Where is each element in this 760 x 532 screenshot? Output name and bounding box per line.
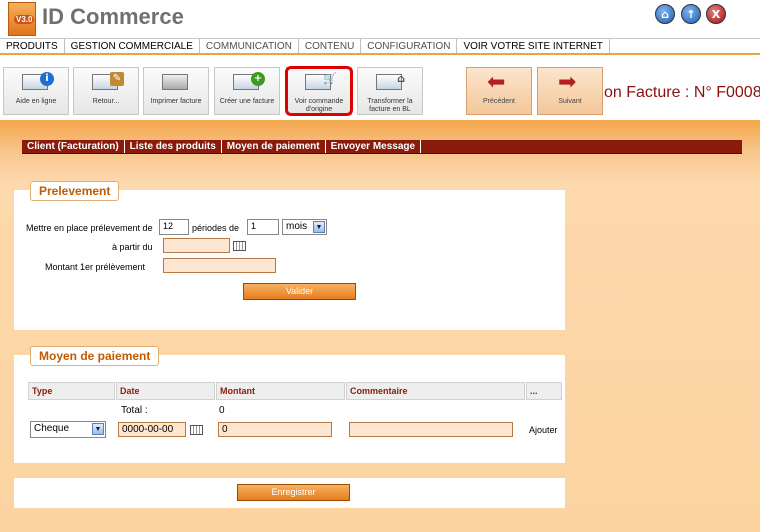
tab-payment[interactable]: Moyen de paiement: [222, 140, 326, 153]
dropdown-arrow-icon: ▼: [92, 423, 104, 435]
logo: V3.0: [8, 2, 36, 36]
header: V3.0 ID Commerce ⌂ ↑ X: [0, 0, 760, 38]
validate-button[interactable]: Valider: [243, 283, 356, 300]
menu-communication[interactable]: COMMUNICATION: [200, 39, 299, 53]
header-date: Date: [116, 382, 215, 400]
print-button[interactable]: Imprimer facture: [143, 67, 209, 115]
save-button[interactable]: Enregistrer: [237, 484, 350, 501]
previous-button[interactable]: ⬅ Précédent: [466, 67, 532, 115]
add-icon: +: [233, 72, 265, 94]
tab-message[interactable]: Envoyer Message: [326, 140, 422, 153]
payment-title: Moyen de paiement: [30, 346, 160, 366]
dropdown-arrow-icon: ▼: [313, 221, 325, 233]
page-title: on Facture : N° F0008: [604, 84, 760, 101]
first-amount-input[interactable]: [163, 258, 276, 273]
help-button[interactable]: i Aide en ligne: [3, 67, 69, 115]
from-date-input[interactable]: [163, 238, 230, 253]
help-label: Aide en ligne: [15, 98, 57, 105]
menu-voir-site[interactable]: VOIR VOTRE SITE INTERNET: [457, 39, 610, 53]
back-button[interactable]: ✎ Retour...: [73, 67, 139, 115]
back-label: Retour...: [92, 98, 120, 105]
transform-label: Transformer la facture en BL: [367, 98, 413, 113]
prelevement-title: Prelevement: [30, 181, 120, 201]
up-arrow-icon[interactable]: ↑: [681, 4, 701, 24]
setup-label: Mettre en place prélevement de: [26, 223, 153, 233]
amount-label: Montant 1er prélèvement: [45, 262, 146, 272]
add-payment-link[interactable]: Ajouter: [529, 425, 558, 435]
tab-client[interactable]: Client (Facturation): [22, 140, 125, 153]
logo-version-badge: V3.0: [14, 15, 35, 24]
next-button[interactable]: ➡ Suivant: [537, 67, 603, 115]
total-value: 0: [219, 405, 225, 416]
home-icon[interactable]: ⌂: [655, 4, 675, 24]
edit-pencil-icon: ✎: [92, 72, 124, 94]
transform-bl-button[interactable]: ⌂ Transformer la facture en BL: [357, 67, 423, 115]
header-more: ...: [526, 382, 562, 400]
tab-products[interactable]: Liste des produits: [125, 140, 222, 153]
printer-icon: [162, 72, 194, 94]
prelevement-panel: [14, 190, 565, 330]
payment-amount-input[interactable]: 0: [218, 422, 332, 437]
header-amount: Montant: [216, 382, 345, 400]
periods-label: périodes de: [192, 223, 240, 233]
house-icon: ⌂: [376, 72, 408, 94]
payment-panel: [14, 355, 565, 463]
unit-select-value: mois: [286, 221, 308, 232]
tab-bar: Client (Facturation) Liste des produits …: [22, 140, 742, 154]
main-menu: PRODUITS GESTION COMMERCIALE COMMUNICATI…: [0, 38, 760, 55]
total-label: Total :: [121, 405, 148, 416]
menu-configuration[interactable]: CONFIGURATION: [361, 39, 458, 53]
menu-produits[interactable]: PRODUITS: [0, 39, 65, 53]
header-comment: Commentaire: [346, 382, 525, 400]
create-invoice-button[interactable]: + Créer une facture: [214, 67, 280, 115]
calendar-icon[interactable]: [190, 425, 203, 435]
payment-comment-input[interactable]: [349, 422, 513, 437]
previous-label: Précédent: [483, 98, 515, 105]
payment-type-value: Cheque: [34, 423, 70, 434]
left-arrow-icon: ⬅: [487, 70, 506, 95]
payment-date-input[interactable]: 0000-00-00: [118, 422, 186, 437]
periods-input[interactable]: 12: [159, 219, 189, 235]
unit-select[interactable]: mois ▼: [282, 219, 327, 235]
from-label: à partir du: [112, 242, 153, 252]
calendar-icon[interactable]: [233, 241, 246, 251]
right-arrow-icon: ➡: [558, 70, 577, 95]
menu-contenu[interactable]: CONTENU: [299, 39, 362, 53]
help-icon: i: [22, 72, 54, 94]
header-type: Type: [28, 382, 115, 400]
duration-input[interactable]: 1: [247, 219, 279, 235]
next-label: Suivant: [558, 98, 582, 105]
highlight-frame: [285, 66, 353, 116]
create-label: Créer une facture: [219, 98, 275, 105]
close-icon[interactable]: X: [706, 4, 726, 24]
payment-type-select[interactable]: Cheque ▼: [30, 421, 106, 438]
app-title: ID Commerce: [42, 4, 184, 29]
print-label: Imprimer facture: [150, 98, 202, 105]
menu-gestion-commerciale[interactable]: GESTION COMMERCIALE: [65, 39, 200, 53]
